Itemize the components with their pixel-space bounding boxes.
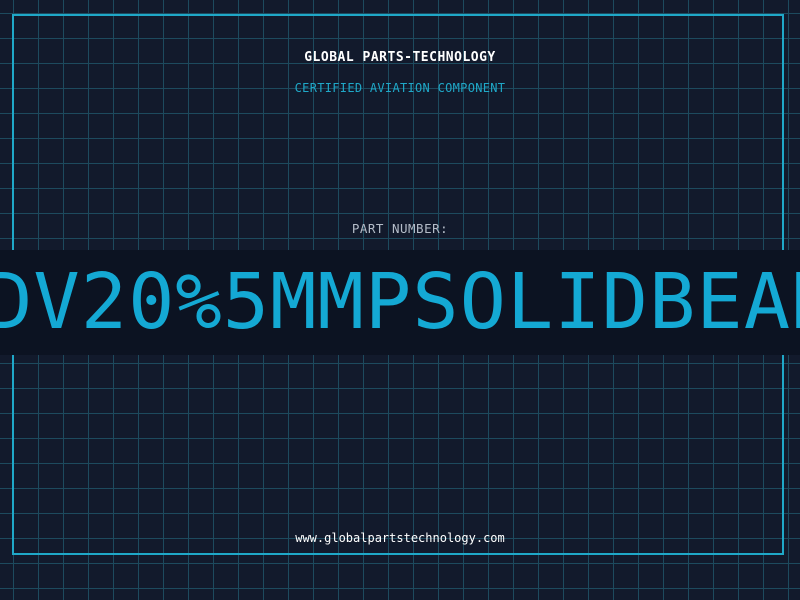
website-url: www.globalpartstechnology.com bbox=[295, 531, 505, 545]
company-tagline: CERTIFIED AVIATION COMPONENT bbox=[294, 81, 506, 95]
card-canvas: GLOBAL PARTS-TECHNOLOGY CERTIFIED AVIATI… bbox=[0, 0, 800, 600]
part-number-value: DV20%5MMPSOLIDBEADT bbox=[0, 258, 800, 347]
company-name: GLOBAL PARTS-TECHNOLOGY bbox=[304, 50, 496, 65]
part-number-band: DV20%5MMPSOLIDBEADT bbox=[0, 250, 800, 355]
part-number-label: PART NUMBER: bbox=[351, 221, 449, 236]
